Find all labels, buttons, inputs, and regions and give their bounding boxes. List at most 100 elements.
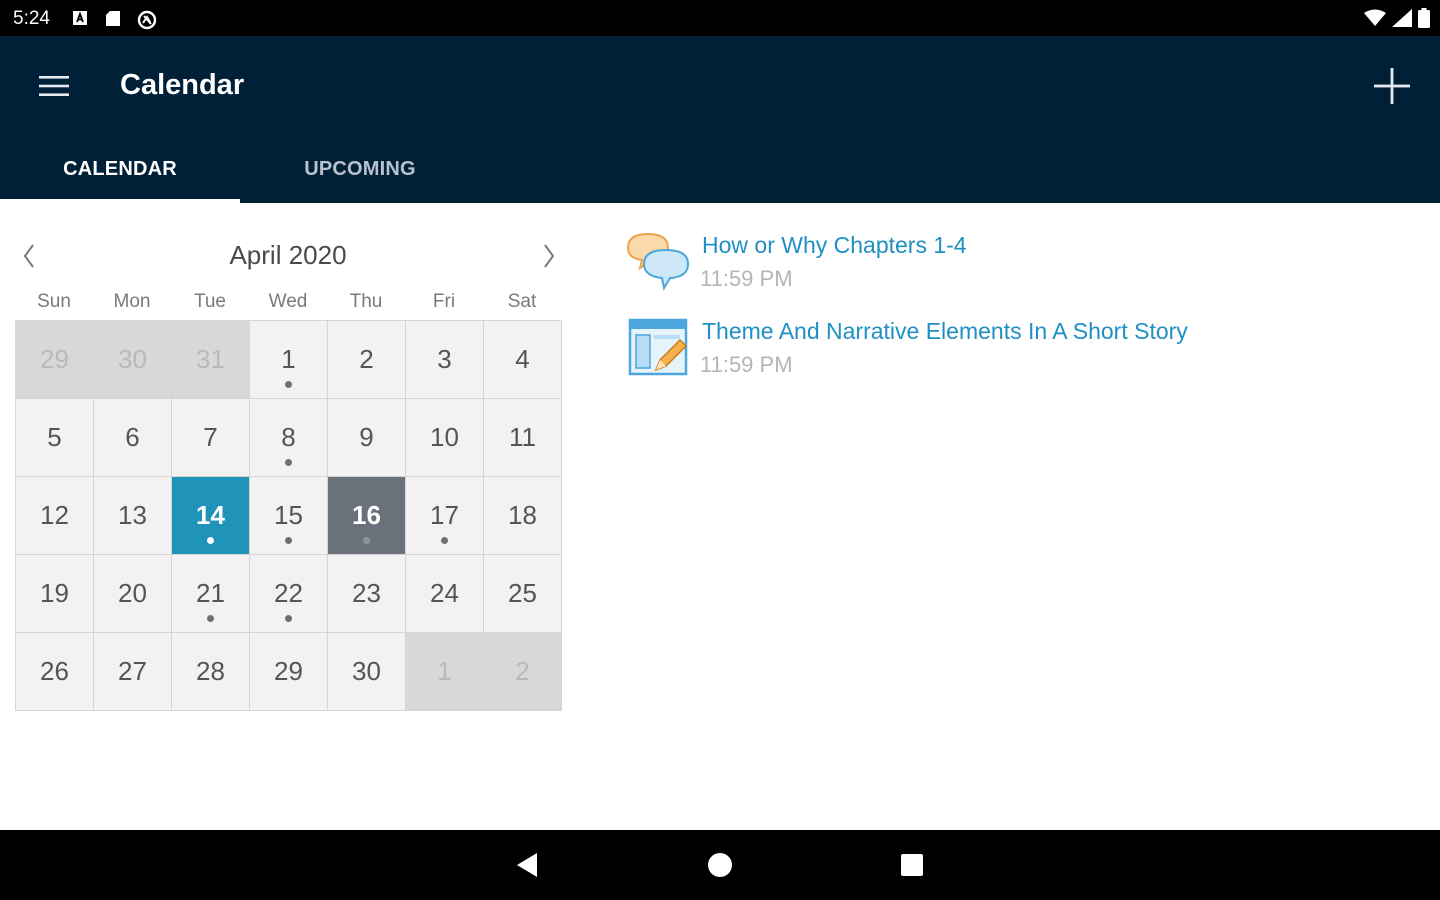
day-number: 10 — [430, 422, 459, 452]
calendar-day[interactable]: 30 — [94, 321, 172, 399]
day-number: 29 — [40, 344, 69, 374]
day-number: 24 — [430, 578, 459, 608]
calendar-day[interactable]: 6 — [94, 399, 172, 477]
calendar-day[interactable]: 17 — [406, 477, 484, 555]
day-number: 11 — [509, 422, 536, 452]
data-saver-icon — [137, 10, 157, 30]
event-list: How or Why Chapters 1-4 11:59 PM Theme A… — [620, 228, 1420, 400]
day-number: 14 — [196, 500, 225, 530]
calendar-day[interactable]: 1 — [250, 321, 328, 399]
day-number: 3 — [437, 344, 452, 374]
day-number: 13 — [118, 500, 147, 530]
recents-button[interactable] — [892, 845, 932, 885]
calendar-day[interactable]: 21 — [172, 555, 250, 633]
event-item[interactable]: How or Why Chapters 1-4 11:59 PM — [620, 228, 1420, 314]
day-number: 23 — [352, 578, 381, 608]
calendar-day[interactable]: 3 — [406, 321, 484, 399]
day-number: 21 — [196, 578, 225, 608]
event-indicator-dot — [207, 615, 214, 622]
calendar-day[interactable]: 23 — [328, 555, 406, 633]
day-number: 1 — [437, 656, 452, 686]
calendar-day[interactable]: 10 — [406, 399, 484, 477]
calendar-day[interactable]: 4 — [484, 321, 562, 399]
back-button[interactable] — [507, 845, 547, 885]
weekday-label: Sat — [507, 291, 537, 312]
calendar-day[interactable]: 29 — [250, 633, 328, 711]
calendar-day[interactable]: 30 — [328, 633, 406, 711]
wifi-icon — [1364, 9, 1386, 26]
event-title: How or Why Chapters 1-4 — [702, 232, 967, 258]
calendar-day[interactable]: 11 — [484, 399, 562, 477]
weekday-label: Fri — [432, 291, 456, 312]
calendar-day[interactable]: 15 — [250, 477, 328, 555]
calendar-day[interactable]: 28 — [172, 633, 250, 711]
calendar-day[interactable]: 5 — [16, 399, 94, 477]
event-indicator-dot — [285, 381, 292, 388]
calendar-day[interactable]: 9 — [328, 399, 406, 477]
tab-upcoming-label: UPCOMING — [304, 158, 416, 180]
menu-button[interactable] — [30, 66, 78, 106]
calendar-day[interactable]: 7 — [172, 399, 250, 477]
status-time: 5:24 — [13, 8, 50, 29]
tab-calendar[interactable]: CALENDAR — [0, 136, 240, 203]
event-indicator-dot — [285, 537, 292, 544]
calendar-day[interactable]: 27 — [94, 633, 172, 711]
event-time: 11:59 PM — [700, 352, 793, 377]
event-item[interactable]: Theme And Narrative Elements In A Short … — [620, 314, 1420, 400]
sd-card-icon — [106, 11, 120, 26]
calendar-day[interactable]: 13 — [94, 477, 172, 555]
day-number: 25 — [508, 578, 537, 608]
calendar-day[interactable]: 24 — [406, 555, 484, 633]
day-number: 9 — [359, 422, 374, 452]
calendar-day[interactable]: 12 — [16, 477, 94, 555]
day-number: 28 — [196, 656, 225, 686]
plus-icon — [1374, 68, 1410, 104]
day-number: 29 — [274, 656, 303, 686]
add-event-button[interactable] — [1366, 62, 1418, 110]
event-indicator-dot — [207, 537, 214, 544]
weekday-label: Tue — [193, 291, 227, 312]
signal-icon — [1392, 9, 1412, 27]
day-number: 18 — [508, 500, 537, 530]
assignment-icon — [628, 318, 688, 376]
chevron-right-icon — [544, 244, 555, 268]
event-indicator-dot — [441, 537, 448, 544]
calendar-day[interactable]: 20 — [94, 555, 172, 633]
day-number: 22 — [274, 578, 303, 608]
next-month-button[interactable] — [532, 236, 566, 276]
month-title: April 2020 — [229, 240, 347, 270]
calendar-day-today[interactable]: 14 — [172, 477, 250, 555]
calendar-day[interactable]: 2 — [328, 321, 406, 399]
calendar-day-selected[interactable]: 16 — [328, 477, 406, 555]
home-circle-icon — [708, 853, 732, 877]
tab-indicator — [0, 199, 240, 203]
day-number: 8 — [281, 422, 296, 452]
day-number: 15 — [274, 500, 303, 530]
calendar-day[interactable]: 8 — [250, 399, 328, 477]
day-number: 30 — [352, 656, 381, 686]
day-number: 6 — [125, 422, 140, 452]
weekday-label: Mon — [113, 291, 151, 312]
page-title: Calendar — [120, 69, 245, 101]
status-right — [1364, 8, 1430, 28]
event-indicator-dot — [363, 537, 370, 544]
calendar-day[interactable]: 19 — [16, 555, 94, 633]
calendar-day[interactable]: 22 — [250, 555, 328, 633]
tab-upcoming[interactable]: UPCOMING — [240, 136, 480, 203]
calendar-day[interactable]: 2 — [484, 633, 562, 711]
calendar-day[interactable]: 25 — [484, 555, 562, 633]
calendar-day[interactable]: 26 — [16, 633, 94, 711]
home-button[interactable] — [700, 845, 740, 885]
event-title: Theme And Narrative Elements In A Short … — [702, 318, 1188, 344]
calendar-day[interactable]: 29 — [16, 321, 94, 399]
weekday-label: Thu — [349, 291, 383, 312]
day-number: 20 — [118, 578, 147, 608]
calendar-day[interactable]: 18 — [484, 477, 562, 555]
battery-icon — [1418, 8, 1430, 28]
weekday-label: Sun — [37, 291, 71, 312]
calendar-day[interactable]: 31 — [172, 321, 250, 399]
calendar-grid: 29 30 31 1 2 3 4 5 6 7 8 9 10 11 12 13 14 15 16 17 18 19 20 21 2… — [15, 320, 562, 711]
status-bar: 5:24 — [0, 0, 1440, 36]
calendar-day[interactable]: 1 — [406, 633, 484, 711]
event-time: 11:59 PM — [700, 266, 793, 291]
